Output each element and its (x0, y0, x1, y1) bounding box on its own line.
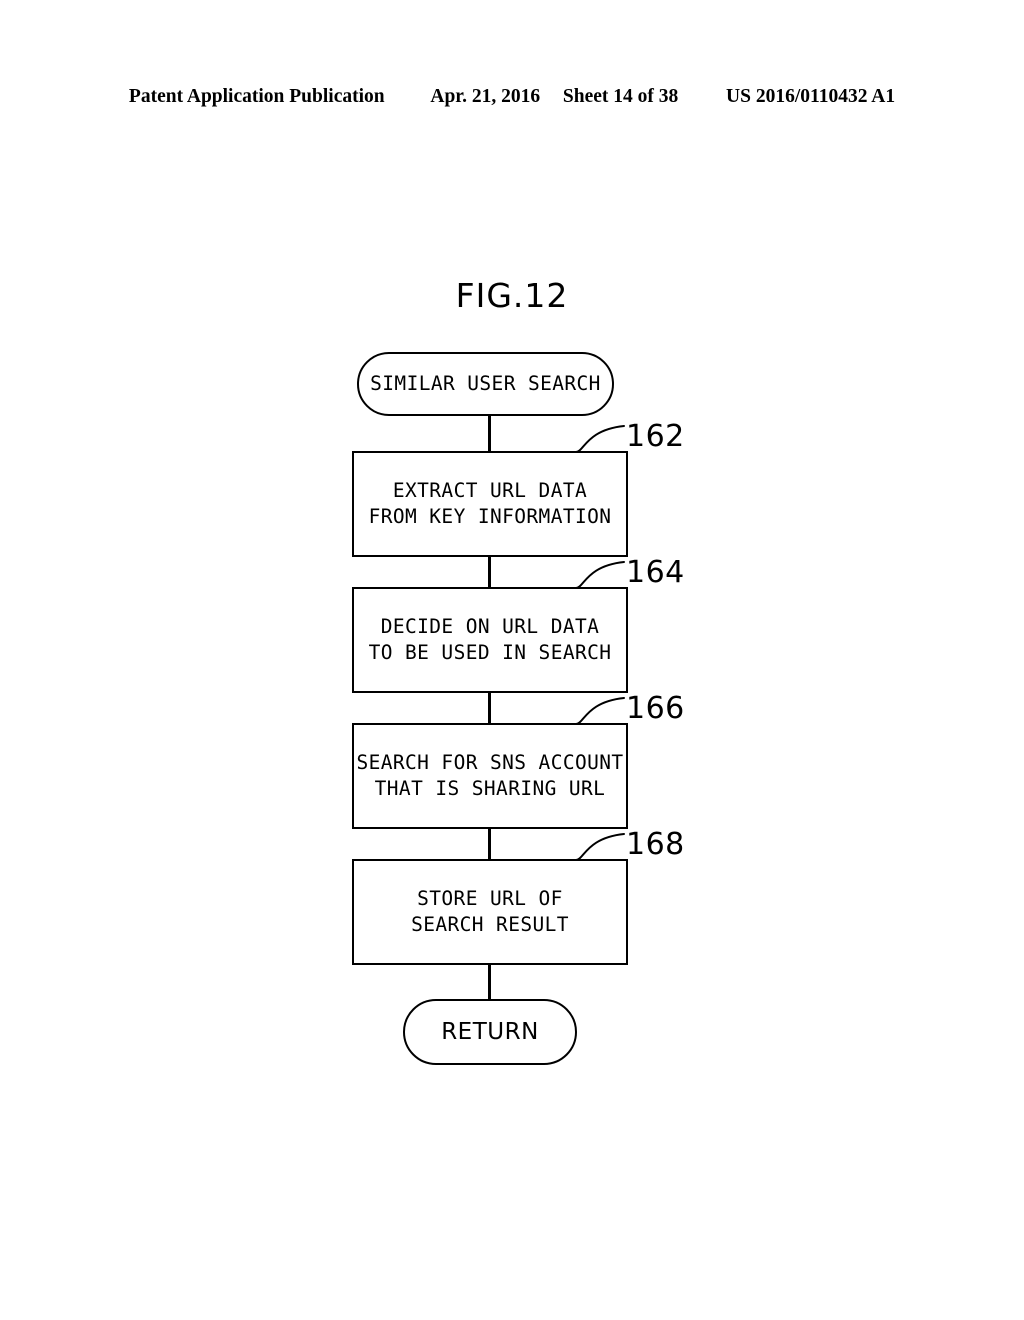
connector-168-to-return (488, 964, 491, 1000)
connector-164-to-166 (488, 692, 491, 724)
flow-node-164: DECIDE ON URL DATA TO BE USED IN SEARCH (352, 587, 628, 693)
flow-node-return: RETURN (403, 999, 577, 1065)
connector-162-to-164 (488, 556, 491, 588)
flow-node-164-label: DECIDE ON URL DATA TO BE USED IN SEARCH (368, 615, 612, 664)
reference-numeral-168: 168 (626, 827, 685, 862)
leader-line-164 (575, 561, 625, 589)
flow-node-return-label: RETURN (441, 1019, 539, 1045)
reference-numeral-164: 164 (626, 555, 685, 590)
leader-line-168 (575, 833, 625, 861)
flow-node-162: EXTRACT URL DATA FROM KEY INFORMATION (352, 451, 628, 557)
flow-node-166-label: SEARCH FOR SNS ACCOUNT THAT IS SHARING U… (356, 751, 624, 800)
reference-numeral-166: 166 (626, 691, 685, 726)
leader-line-166 (575, 697, 625, 725)
flow-node-start-label: SIMILAR USER SEARCH (370, 372, 601, 395)
reference-numeral-162: 162 (626, 419, 685, 454)
flowchart-diagram: SIMILAR USER SEARCH EXTRACT URL DATA FRO… (0, 0, 1024, 1320)
flow-node-168-label: STORE URL OF SEARCH RESULT (411, 887, 569, 936)
leader-line-162 (575, 425, 625, 453)
connector-start-to-162 (488, 415, 491, 452)
flow-node-162-label: EXTRACT URL DATA FROM KEY INFORMATION (368, 479, 612, 528)
flow-node-168: STORE URL OF SEARCH RESULT (352, 859, 628, 965)
flow-node-166: SEARCH FOR SNS ACCOUNT THAT IS SHARING U… (352, 723, 628, 829)
flow-node-start: SIMILAR USER SEARCH (357, 352, 614, 416)
connector-166-to-168 (488, 828, 491, 860)
